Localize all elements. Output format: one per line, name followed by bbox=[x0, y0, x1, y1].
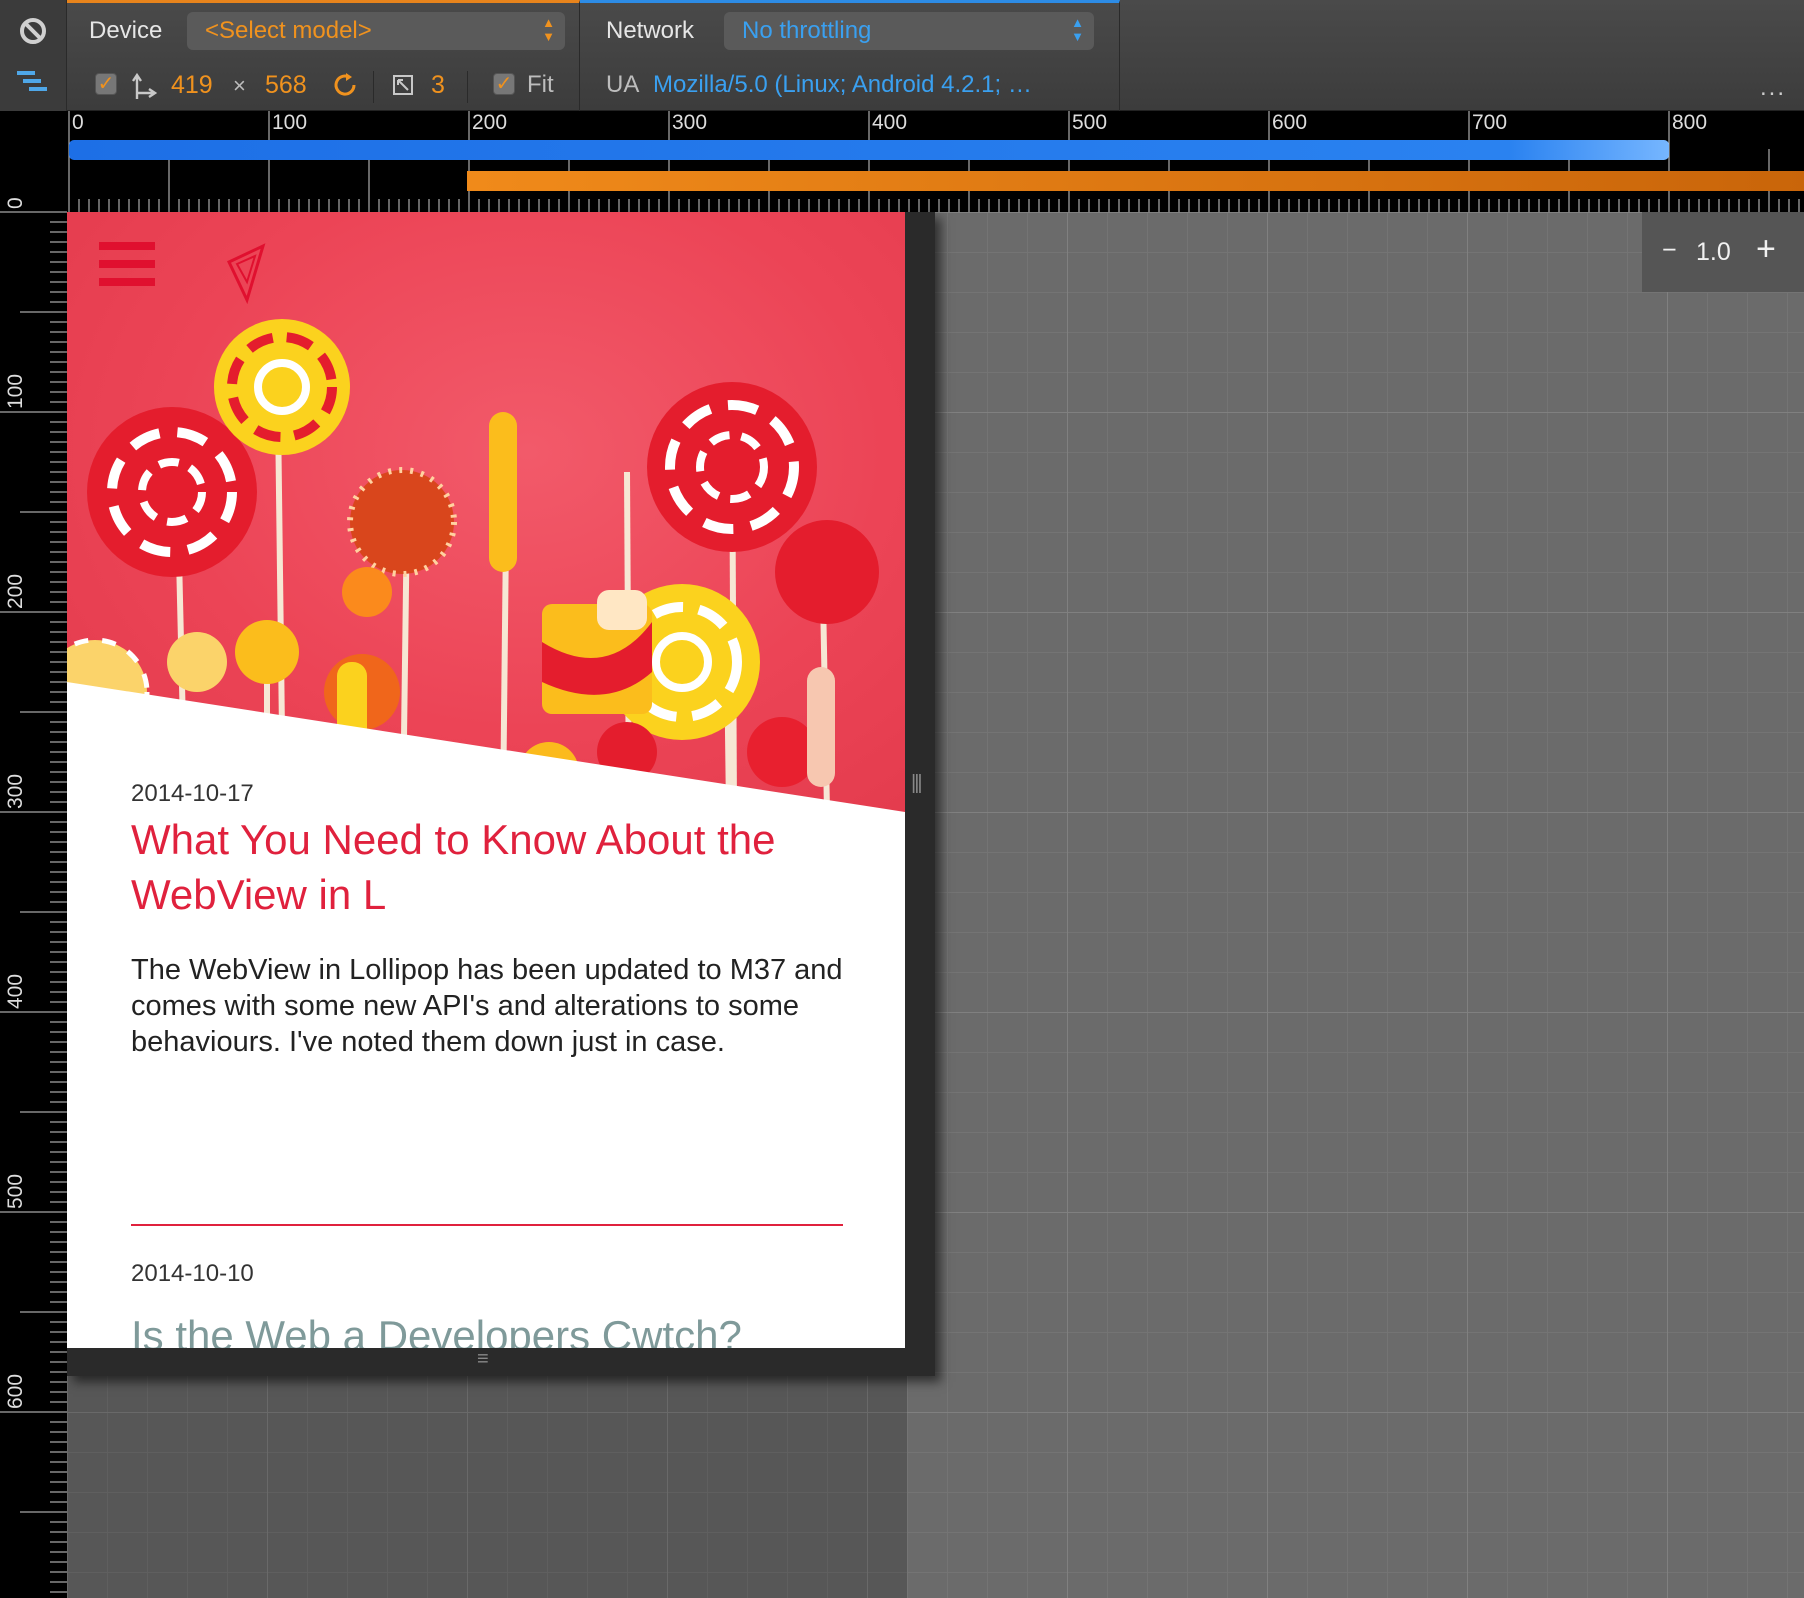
resize-handle-bottom[interactable]: ≡ bbox=[67, 1348, 935, 1376]
ruler-label: 600 bbox=[1272, 111, 1308, 134]
emulation-canvas: 2014-10-17 What You Need to Know About t… bbox=[67, 212, 1804, 1598]
hero-image bbox=[67, 212, 905, 812]
ruler-label: 700 bbox=[1472, 111, 1508, 134]
ruler-label: 300 bbox=[672, 111, 708, 134]
select-arrows-icon: ▲ ▼ bbox=[542, 15, 555, 44]
post-date: 2014-10-17 bbox=[131, 780, 254, 807]
more-options-button[interactable]: ... bbox=[1760, 74, 1786, 102]
resize-handle-right[interactable]: ||| bbox=[905, 212, 935, 1348]
media-query-min-width-bar[interactable] bbox=[467, 171, 1804, 191]
network-throttling-select[interactable]: No throttling ▲ ▼ bbox=[724, 12, 1094, 50]
swap-dimensions-icon[interactable] bbox=[129, 69, 159, 103]
fit-label: Fit bbox=[527, 71, 554, 98]
media-queries-icon[interactable] bbox=[14, 68, 52, 96]
lollipop-illustration bbox=[67, 319, 905, 812]
ruler-label: 400 bbox=[4, 973, 27, 1009]
grip-icon: ≡ bbox=[477, 1348, 489, 1370]
width-input[interactable]: 419 bbox=[171, 71, 213, 100]
zoom-out-button[interactable]: − bbox=[1662, 236, 1677, 265]
ruler-label: 100 bbox=[4, 373, 27, 409]
ruler-label: 300 bbox=[4, 773, 27, 809]
media-query-max-width-bar[interactable] bbox=[69, 140, 1669, 160]
ruler-label: 200 bbox=[4, 573, 27, 609]
post-title-link[interactable]: What You Need to Know About the WebView … bbox=[131, 812, 851, 922]
horizontal-ruler: 0 100 200 300 400 500 600 700 800 bbox=[67, 111, 1804, 212]
emulate-resolution-checkbox[interactable]: ✓ bbox=[95, 73, 117, 95]
horizontal-ruler-ticks bbox=[68, 111, 1800, 212]
select-arrows-icon: ▲ ▼ bbox=[1071, 15, 1084, 44]
separator bbox=[373, 71, 374, 103]
toolbar-left-strip bbox=[0, 0, 67, 111]
vertical-ruler: 0 100 200 300 400 500 600 bbox=[0, 111, 67, 1598]
device-section: Device <Select model> ▲ ▼ ✓ 419 × 568 3 ✓… bbox=[67, 0, 580, 111]
post-excerpt: The WebView in Lollipop has been updated… bbox=[131, 954, 843, 1058]
zoom-value: 1.0 bbox=[1696, 238, 1731, 266]
user-agent-input[interactable]: Mozilla/5.0 (Linux; Android 4.2.1; … bbox=[653, 71, 1032, 99]
ruler-label: 800 bbox=[1672, 111, 1708, 134]
post-divider bbox=[131, 1224, 843, 1226]
post-title-link[interactable]: Is the Web a Developers Cwtch? bbox=[131, 1308, 851, 1348]
zoom-in-button[interactable]: + bbox=[1756, 230, 1776, 269]
post-date: 2014-10-10 bbox=[131, 1260, 254, 1287]
zoom-control: − 1.0 + bbox=[1642, 212, 1804, 292]
device-frame: 2014-10-17 What You Need to Know About t… bbox=[67, 212, 935, 1376]
ruler-label: 100 bbox=[272, 111, 308, 134]
device-mode-toolbar: Device <Select model> ▲ ▼ ✓ 419 × 568 3 ✓… bbox=[0, 0, 1804, 111]
network-section: Network No throttling ▲ ▼ UA Mozilla/5.0 … bbox=[580, 0, 1120, 111]
separator bbox=[467, 71, 468, 103]
device-model-select[interactable]: <Select model> ▲ ▼ bbox=[187, 12, 565, 50]
height-input[interactable]: 568 bbox=[265, 71, 307, 100]
ruler-label: 0 bbox=[72, 111, 84, 134]
grip-icon: ||| bbox=[911, 772, 923, 794]
canvas-shade bbox=[67, 1376, 907, 1598]
ruler-label: 0 bbox=[4, 197, 27, 209]
device-label: Device bbox=[89, 17, 163, 44]
ruler-label: 500 bbox=[4, 1173, 27, 1209]
network-label: Network bbox=[606, 17, 695, 44]
fit-checkbox[interactable]: ✓ bbox=[493, 73, 515, 95]
ua-label: UA bbox=[606, 71, 640, 98]
page-viewport[interactable]: 2014-10-17 What You Need to Know About t… bbox=[67, 212, 905, 1348]
block-icon[interactable] bbox=[16, 14, 50, 48]
device-pixel-ratio-icon bbox=[391, 73, 415, 97]
network-throttling-value: No throttling bbox=[742, 17, 872, 44]
ruler-label: 600 bbox=[4, 1373, 27, 1409]
hamburger-menu-icon[interactable] bbox=[99, 242, 155, 298]
ruler-label: 500 bbox=[1072, 111, 1108, 134]
ruler-label: 400 bbox=[872, 111, 908, 134]
rotate-icon[interactable] bbox=[329, 69, 361, 101]
times-sign: × bbox=[233, 73, 246, 98]
device-model-value: <Select model> bbox=[205, 17, 372, 44]
pixel-ratio-input[interactable]: 3 bbox=[431, 71, 445, 100]
ruler-label: 200 bbox=[472, 111, 508, 134]
brand-logo-icon[interactable] bbox=[227, 242, 267, 305]
